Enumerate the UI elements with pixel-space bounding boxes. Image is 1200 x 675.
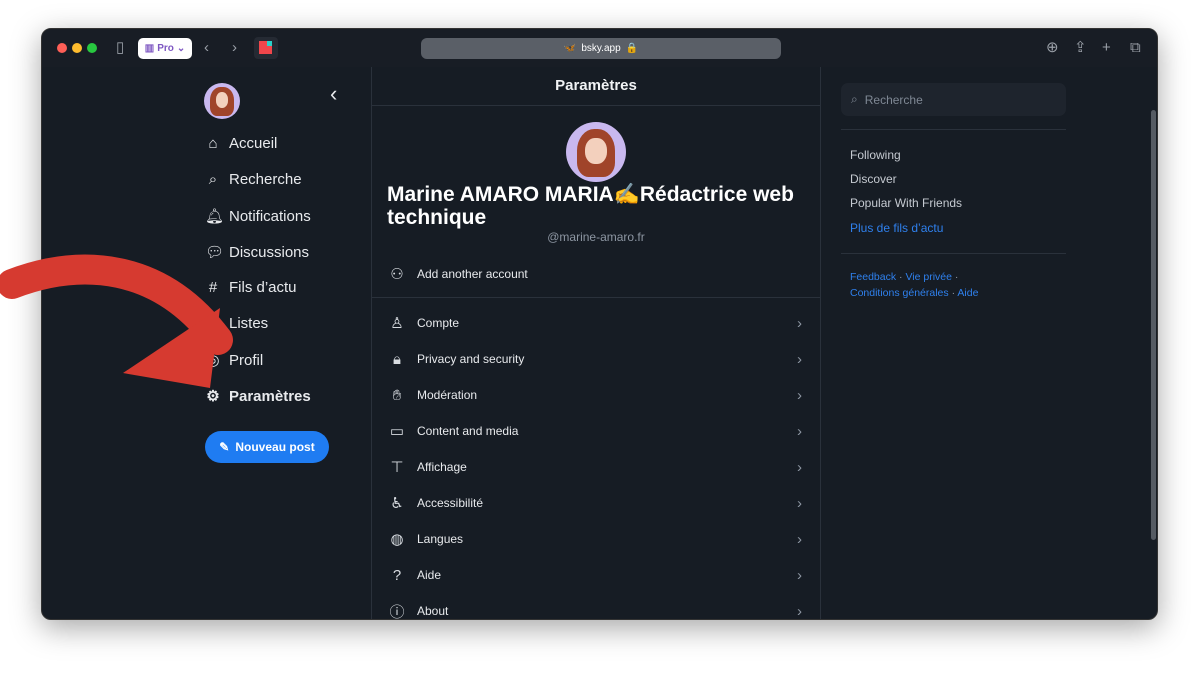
annotation-arrow [0, 254, 233, 388]
